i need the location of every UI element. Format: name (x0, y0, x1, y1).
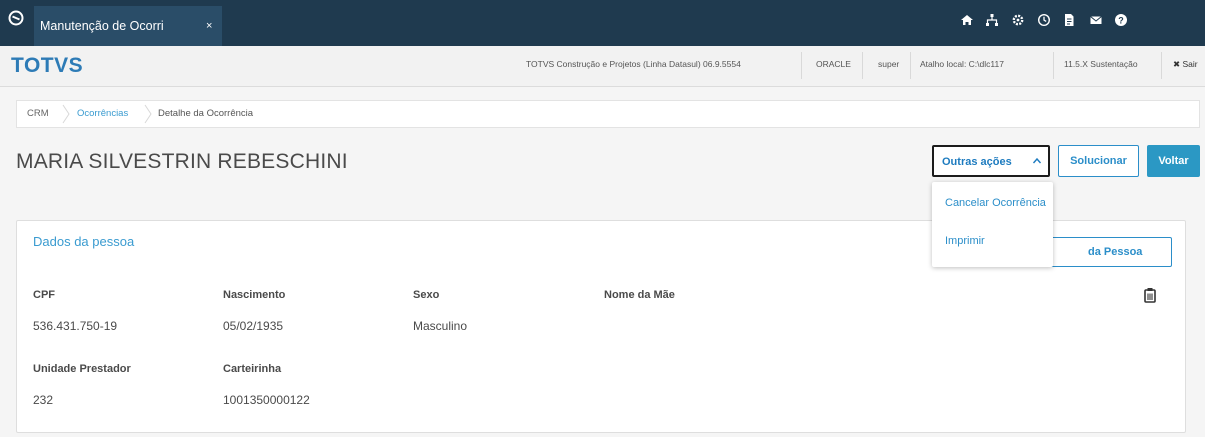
header-divider (862, 52, 863, 79)
outras-acoes-button[interactable]: Outras ações (932, 145, 1050, 177)
voltar-button[interactable]: Voltar (1147, 145, 1200, 177)
solucionar-button[interactable]: Solucionar (1058, 145, 1139, 177)
document-icon[interactable] (1062, 13, 1076, 27)
cpf-label: CPF (33, 289, 55, 301)
clock-icon[interactable] (1037, 13, 1051, 27)
breadcrumb-detalhe: Detalhe da Ocorrência (158, 108, 254, 119)
brand-logo[interactable]: TOTVS (11, 54, 83, 78)
header-divider (1161, 52, 1162, 79)
sexo-value: Masculino (413, 319, 468, 333)
product-info: TOTVS Construção e Projetos (Linha Datas… (526, 59, 741, 69)
menu-item-imprimir[interactable]: Imprimir (945, 235, 985, 247)
shortcut-info: Atalho local: C:\dlc117 (920, 59, 1004, 69)
svg-text:?: ? (1118, 15, 1124, 25)
carteirinha-value: 1001350000122 (223, 393, 310, 407)
help-icon[interactable]: ? (1114, 13, 1128, 27)
page-title: MARIA SILVESTRIN REBESCHINI (16, 150, 348, 173)
header-divider (1053, 52, 1054, 79)
chevron-up-icon (1032, 157, 1042, 164)
carteirinha-label: Carteirinha (223, 363, 282, 375)
outras-acoes-dropdown: Cancelar Ocorrência Imprimir (932, 182, 1053, 267)
nome-mae-label: Nome da Mãe (604, 289, 675, 301)
tab-label: Manutenção de Ocorri (40, 19, 164, 33)
settings-icon[interactable] (1011, 13, 1025, 27)
version-info: 11.5.X Sustentação (1064, 59, 1138, 69)
nascimento-label: Nascimento (223, 289, 286, 301)
home-icon[interactable] (960, 13, 974, 27)
breadcrumb: CRM Ocorrências Detalhe da Ocorrência (16, 100, 1200, 128)
card-title: Dados da pessoa (33, 234, 135, 249)
outras-acoes-label: Outras ações (942, 156, 1012, 168)
totvs-logo-icon[interactable] (8, 10, 24, 26)
logout-link[interactable]: ✖ Sair (1173, 59, 1198, 70)
unidade-prestador-value: 232 (33, 393, 54, 407)
nascimento-value: 05/02/1935 (223, 319, 284, 333)
clipboard-icon[interactable] (1144, 287, 1156, 303)
menu-item-cancelar-ocorrencia[interactable]: Cancelar Ocorrência (945, 197, 1046, 209)
cpf-value: 536.431.750-19 (33, 319, 118, 333)
top-navigation-bar: Manutenção de Ocorri × ? (0, 0, 1205, 46)
header-divider (910, 52, 911, 79)
tab-manutencao-ocorrencia[interactable]: Manutenção de Ocorri × (34, 6, 222, 46)
header-divider (801, 52, 802, 79)
database-info: ORACLE (816, 59, 851, 69)
sexo-label: Sexo (413, 289, 440, 301)
sitemap-icon[interactable] (985, 13, 999, 27)
user-info: super (878, 59, 900, 69)
mail-icon[interactable] (1089, 13, 1103, 27)
chevron-right-icon (144, 104, 152, 124)
chevron-right-icon (62, 104, 70, 124)
app-header: TOTVS TOTVS Construção e Projetos (Linha… (0, 46, 1205, 87)
tab-close-icon[interactable]: × (206, 6, 212, 46)
unidade-prestador-label: Unidade Prestador (33, 363, 131, 375)
breadcrumb-crm[interactable]: CRM (27, 101, 49, 127)
breadcrumb-ocorrencias[interactable]: Ocorrências (77, 101, 128, 127)
